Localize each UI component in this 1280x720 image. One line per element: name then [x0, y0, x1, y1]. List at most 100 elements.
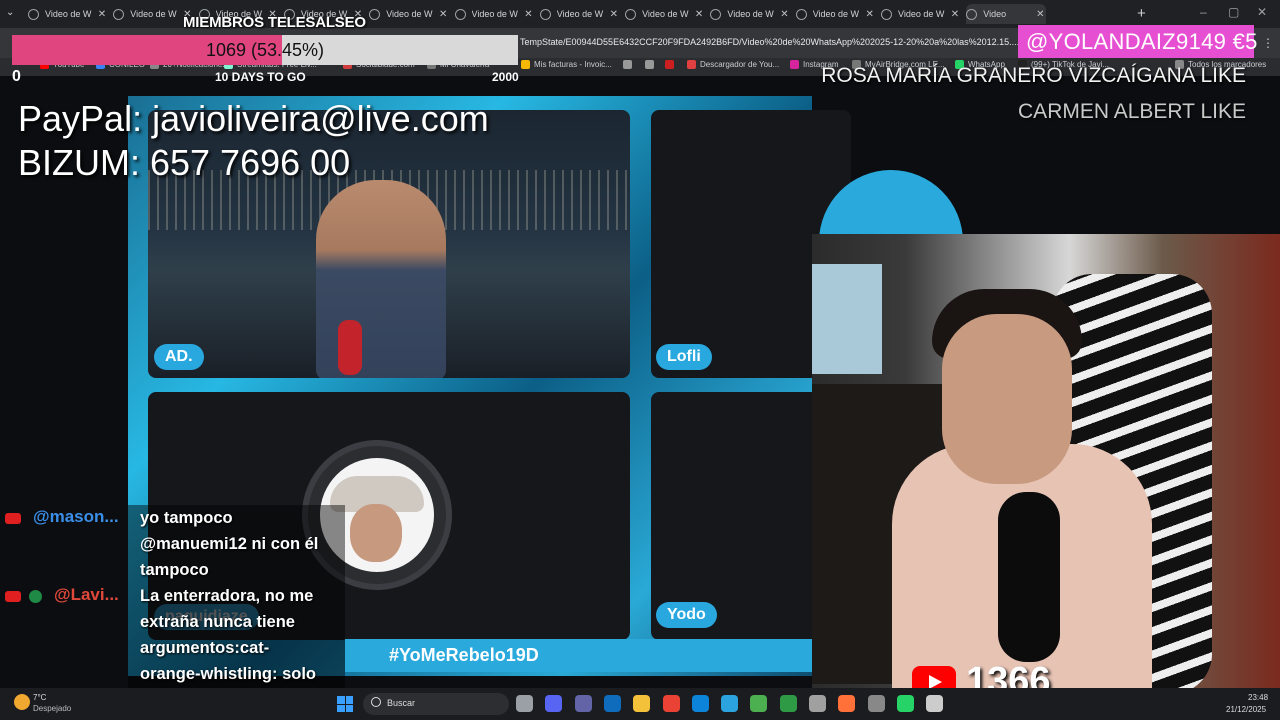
chat-message-text: tampoco [140, 561, 209, 579]
browser-tab[interactable]: Video de W ✕ [625, 4, 705, 24]
bookmark-icon [687, 60, 696, 69]
taskbar-search[interactable] [363, 693, 509, 715]
microphone [998, 492, 1060, 662]
browser-tab[interactable]: Video de W ✕ [881, 4, 961, 24]
microphone [338, 320, 362, 375]
chat-message-text: yo tampoco [140, 509, 233, 527]
tab-favicon-icon [710, 8, 722, 20]
telegram-icon[interactable] [721, 695, 739, 712]
goal-max: 2000 [492, 70, 519, 84]
tab-close-icon[interactable]: ✕ [1034, 9, 1046, 20]
like-alert-2: CARMEN ALBERT LIKE [1018, 100, 1246, 123]
bookmark-icon [645, 60, 654, 69]
goal-min: 0 [12, 68, 21, 85]
tab-title: Video de W [812, 9, 860, 19]
tab-close-icon[interactable]: ✕ [864, 9, 876, 20]
browser-tab[interactable]: Video de W ✕ [795, 4, 876, 24]
donation-alert: @YOLANDAIZ9149 €5 [1018, 25, 1257, 58]
obs-icon[interactable] [809, 695, 826, 712]
members-goal-bar: 1069 (53.45%) [12, 35, 518, 65]
settings-icon[interactable] [867, 695, 885, 712]
monitor [812, 264, 882, 374]
bookmark-icon [665, 60, 674, 69]
windows-start-icon[interactable] [337, 696, 353, 712]
tab-close-icon[interactable]: ✕ [608, 9, 620, 20]
chat-message-text: La enterradora, no me [140, 587, 314, 605]
browser-tab[interactable]: Video de W ✕ [710, 4, 790, 24]
browser-tab[interactable]: Video de W ✕ [113, 4, 193, 24]
task-view-icon[interactable] [516, 695, 533, 712]
tab-favicon-icon [369, 8, 381, 20]
tab-favicon-icon [625, 8, 637, 20]
outlook-icon[interactable] [603, 695, 621, 712]
clock-time[interactable]: 23:48 [1248, 693, 1268, 702]
member-badge-icon [29, 590, 42, 603]
bookmark-item[interactable]: Descargador de You... [687, 60, 779, 69]
file-explorer-icon[interactable] [633, 695, 651, 712]
tab-favicon-icon [454, 8, 466, 20]
clock-date[interactable]: 21/12/2025 [1226, 705, 1266, 714]
weather-temp[interactable]: 7°C [33, 693, 46, 702]
browser-tab[interactable]: Video de W ✕ [369, 4, 449, 24]
firefox-icon[interactable] [838, 695, 856, 712]
bookmark-item[interactable] [623, 60, 636, 69]
tab-favicon-icon [966, 8, 978, 20]
tab-search-chevron-icon[interactable]: ⌄ [6, 7, 14, 18]
tab-title: Video de W [898, 9, 945, 19]
maximize-icon[interactable]: ▢ [1228, 5, 1239, 19]
tab-close-icon[interactable]: ✕ [693, 9, 705, 20]
chat-message-text: argumentos:cat- [140, 639, 270, 657]
tab-title: Video [983, 9, 1007, 19]
weather-icon[interactable] [14, 694, 30, 710]
search-placeholder[interactable]: Buscar [387, 698, 415, 708]
globe-icon[interactable] [750, 695, 768, 712]
youtube-icon [5, 591, 21, 602]
bookmark-item[interactable] [645, 60, 658, 69]
whatsapp-icon[interactable] [896, 695, 914, 712]
webcam-feed [812, 234, 1280, 688]
tab-close-icon[interactable]: ✕ [949, 9, 961, 20]
notepad-icon[interactable] [926, 695, 944, 712]
new-tab-button[interactable]: + [1137, 5, 1146, 22]
youtube-icon [5, 513, 21, 524]
like-alert-1: ROSA MARÍA GRANERO VIZCAÍGANA LIKE [821, 64, 1246, 87]
tab-favicon-icon [881, 8, 892, 20]
weather-desc[interactable]: Despejado [33, 704, 71, 713]
browser-tab[interactable]: Video de W ✕ [539, 4, 620, 24]
browser-tab[interactable]: Video ✕ [966, 4, 1047, 24]
bookmark-item[interactable]: Mis facturas - Invoic... [521, 60, 612, 69]
search-icon [371, 697, 381, 707]
chrome-icon[interactable] [662, 695, 680, 712]
minimize-icon[interactable]: – [1200, 5, 1207, 19]
tab-favicon-icon [539, 8, 551, 20]
hashtag-text: #YoMeRebelo19D [389, 645, 539, 665]
tab-title: Video de W [45, 9, 92, 19]
paypal-info: PayPal: javioliveira@live.com [18, 98, 489, 139]
chat-message-text: orange-whistling: solo [140, 665, 316, 683]
browser-tab[interactable]: Video de W ✕ [28, 4, 108, 24]
discord-icon[interactable] [545, 695, 563, 712]
url-text[interactable]: TempState/E00944D55E6432CCF20F9FDA2492B6… [520, 37, 1019, 47]
tab-close-icon[interactable]: ✕ [437, 9, 449, 20]
edge-icon[interactable] [691, 695, 709, 712]
tab-title: Video de W [386, 9, 433, 19]
tab-favicon-icon [28, 8, 39, 20]
more-menu-icon[interactable]: ⋮ [1262, 36, 1274, 50]
tab-favicon-icon [113, 8, 125, 20]
streamer-face [942, 314, 1072, 484]
participant-avatar-partial [819, 170, 963, 240]
camtasia-icon[interactable] [779, 695, 797, 712]
bizum-info: BIZUM: 657 7696 00 [18, 142, 351, 183]
close-window-icon[interactable]: ✕ [1257, 5, 1267, 19]
bookmark-item[interactable] [665, 60, 678, 69]
chat-message-text: extraña nunca tiene [140, 613, 295, 631]
participant-name-tag: Lofli [656, 344, 712, 370]
tab-close-icon[interactable]: ✕ [96, 9, 108, 20]
tab-close-icon[interactable]: ✕ [523, 9, 535, 20]
tab-close-icon[interactable]: ✕ [778, 9, 790, 20]
browser-tab[interactable]: Video de W ✕ [454, 4, 535, 24]
teams-icon[interactable] [574, 695, 592, 712]
tab-title: Video de W [727, 9, 774, 19]
tab-title: Video de W [130, 9, 177, 19]
bookmark-icon [623, 60, 632, 69]
